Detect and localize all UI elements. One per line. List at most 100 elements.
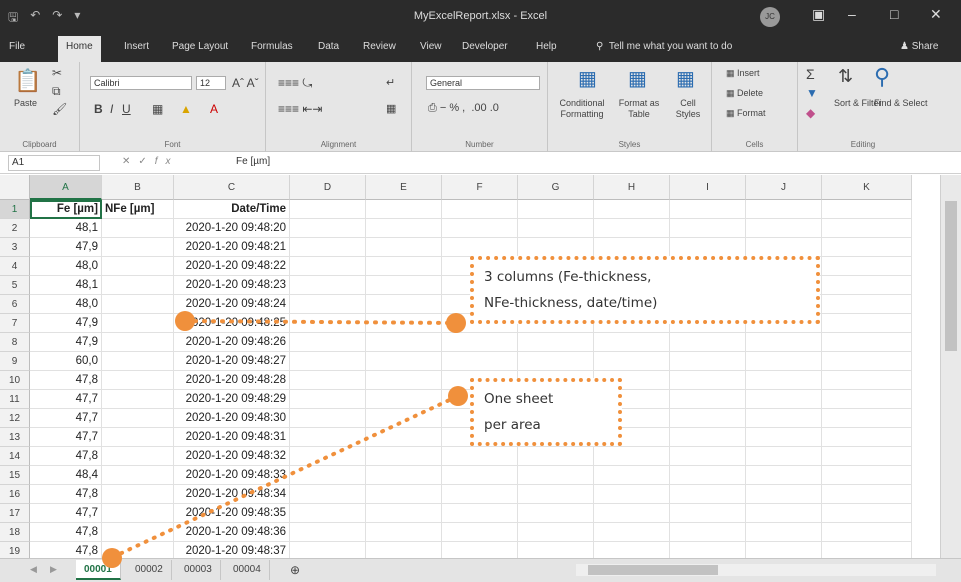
table-cell[interactable]: 2020-1-20 09:48:30 — [174, 409, 290, 428]
table-cell[interactable] — [290, 276, 366, 295]
spreadsheet-grid[interactable]: A B C D E F G H I J K 1 Fe [µm] NFe [µm] Date/Time 2 48,… — [0, 175, 940, 558]
header-cell[interactable] — [822, 200, 912, 219]
tab-file[interactable]: File — [9, 41, 25, 52]
tab-page-layout[interactable]: Page Layout — [172, 41, 228, 52]
cut-icon[interactable]: ✂ — [52, 66, 62, 80]
table-cell[interactable] — [290, 485, 366, 504]
table-cell[interactable] — [290, 314, 366, 333]
sort-filter-icon[interactable]: ⇅ — [838, 66, 853, 87]
table-cell[interactable] — [594, 466, 670, 485]
maximize-icon[interactable]: □ — [890, 6, 898, 22]
table-cell[interactable] — [102, 504, 174, 523]
table-cell[interactable] — [102, 466, 174, 485]
table-cell[interactable]: 2020-1-20 09:48:33 — [174, 466, 290, 485]
table-cell[interactable] — [442, 238, 518, 257]
table-cell[interactable]: 48,4 — [30, 466, 102, 485]
conditional-formatting-label[interactable]: Conditional Formatting — [552, 98, 612, 120]
column-header-b[interactable]: B — [102, 175, 174, 200]
column-header-d[interactable]: D — [290, 175, 366, 200]
table-cell[interactable]: 2020-1-20 09:48:21 — [174, 238, 290, 257]
table-cell[interactable] — [290, 257, 366, 276]
table-cell[interactable] — [290, 295, 366, 314]
table-cell[interactable] — [518, 485, 594, 504]
row-header[interactable]: 12 — [0, 409, 30, 428]
table-cell[interactable] — [366, 276, 442, 295]
header-cell[interactable]: NFe [µm] — [102, 200, 174, 219]
row-header[interactable]: 9 — [0, 352, 30, 371]
table-cell[interactable] — [290, 219, 366, 238]
tab-developer[interactable]: Developer — [462, 41, 508, 52]
table-cell[interactable] — [290, 352, 366, 371]
table-cell[interactable] — [102, 390, 174, 409]
table-cell[interactable] — [594, 523, 670, 542]
header-cell[interactable]: Date/Time — [174, 200, 290, 219]
column-header-j[interactable]: J — [746, 175, 822, 200]
header-cell[interactable] — [746, 200, 822, 219]
table-cell[interactable]: 2020-1-20 09:48:32 — [174, 447, 290, 466]
table-cell[interactable] — [366, 333, 442, 352]
table-cell[interactable]: 48,0 — [30, 257, 102, 276]
table-cell[interactable] — [366, 295, 442, 314]
column-header-f[interactable]: F — [442, 175, 518, 200]
table-cell[interactable] — [746, 219, 822, 238]
header-cell[interactable]: Fe [µm] — [30, 200, 102, 219]
tab-review[interactable]: Review — [363, 41, 396, 52]
table-cell[interactable] — [102, 428, 174, 447]
table-cell[interactable] — [670, 352, 746, 371]
tab-view[interactable]: View — [420, 41, 442, 52]
table-cell[interactable] — [670, 219, 746, 238]
table-cell[interactable] — [670, 333, 746, 352]
table-cell[interactable] — [518, 333, 594, 352]
tab-help[interactable]: Help — [536, 41, 557, 52]
table-cell[interactable]: 47,8 — [30, 371, 102, 390]
row-header[interactable]: 13 — [0, 428, 30, 447]
table-cell[interactable] — [290, 466, 366, 485]
table-cell[interactable]: 47,7 — [30, 390, 102, 409]
table-cell[interactable] — [518, 542, 594, 558]
table-cell[interactable] — [822, 542, 912, 558]
column-header-h[interactable]: H — [594, 175, 670, 200]
table-cell[interactable] — [822, 523, 912, 542]
tab-formulas[interactable]: Formulas — [251, 41, 293, 52]
table-cell[interactable] — [670, 371, 746, 390]
table-cell[interactable] — [822, 447, 912, 466]
table-cell[interactable] — [594, 542, 670, 558]
table-cell[interactable] — [746, 333, 822, 352]
cell-styles-icon[interactable]: ▦ — [676, 66, 695, 91]
table-cell[interactable] — [746, 485, 822, 504]
table-cell[interactable]: 48,1 — [30, 219, 102, 238]
tab-data[interactable]: Data — [318, 41, 339, 52]
table-cell[interactable] — [670, 466, 746, 485]
vertical-scrollbar[interactable] — [940, 175, 961, 558]
clear-icon[interactable]: ◆ — [806, 106, 815, 120]
vertical-scroll-thumb[interactable] — [945, 201, 957, 351]
table-cell[interactable] — [822, 409, 912, 428]
table-cell[interactable] — [670, 504, 746, 523]
font-name-select[interactable]: Calibri — [90, 76, 192, 90]
table-cell[interactable] — [366, 428, 442, 447]
table-cell[interactable] — [366, 257, 442, 276]
table-cell[interactable] — [366, 542, 442, 558]
table-cell[interactable]: 2020-1-20 09:48:31 — [174, 428, 290, 447]
table-cell[interactable] — [518, 238, 594, 257]
row-header[interactable]: 5 — [0, 276, 30, 295]
table-cell[interactable] — [822, 485, 912, 504]
table-cell[interactable] — [594, 447, 670, 466]
prev-sheet-icon[interactable]: ◀ — [30, 564, 37, 575]
table-cell[interactable]: 2020-1-20 09:48:24 — [174, 295, 290, 314]
row-header[interactable]: 8 — [0, 333, 30, 352]
table-cell[interactable] — [822, 352, 912, 371]
table-cell[interactable]: 2020-1-20 09:48:35 — [174, 504, 290, 523]
sheet-tab-00004[interactable]: 00004 — [225, 560, 270, 580]
row-header[interactable]: 10 — [0, 371, 30, 390]
table-cell[interactable] — [746, 409, 822, 428]
next-sheet-icon[interactable]: ▶ — [50, 564, 57, 575]
header-cell[interactable] — [670, 200, 746, 219]
ribbon-display-icon[interactable]: ▣ — [812, 6, 825, 23]
row-header[interactable]: 7 — [0, 314, 30, 333]
table-cell[interactable] — [746, 428, 822, 447]
table-cell[interactable] — [102, 447, 174, 466]
table-cell[interactable] — [102, 276, 174, 295]
minimize-icon[interactable]: – — [848, 6, 856, 22]
table-cell[interactable] — [518, 504, 594, 523]
